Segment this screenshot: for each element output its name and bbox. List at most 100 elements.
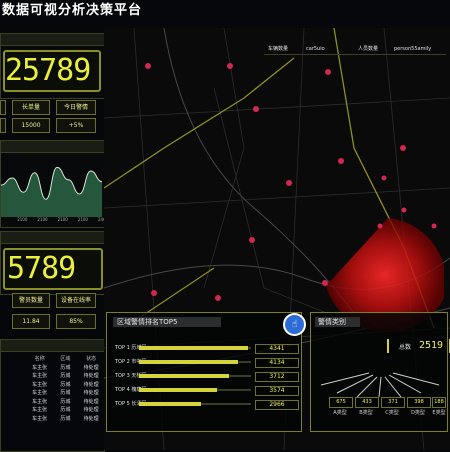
table-cell: 历城 <box>60 373 71 379</box>
table-cell: 车主张 <box>32 398 48 405</box>
table-cell: 车主张 <box>32 407 48 413</box>
table-cell: 历城 <box>60 398 71 405</box>
alert-title: 警情类别 <box>315 317 360 327</box>
stat-label-2: 长单量 <box>12 100 50 115</box>
table-row[interactable]: 车主张 历城 待处理 <box>1 406 104 415</box>
table-cell: 历城 <box>60 390 71 396</box>
col-header <box>1 355 27 364</box>
stat-label-3: 今日警情 <box>56 100 96 115</box>
stat-value-5: 85% <box>56 314 96 329</box>
table-cell: 待处理 <box>83 381 99 388</box>
alert-value-2: 433 <box>355 397 379 408</box>
table-cell: 待处理 <box>83 364 99 371</box>
alert-value-1: 675 <box>329 397 353 408</box>
alert-total: 2519 <box>419 340 444 351</box>
stat-label-5: 设备在线率 <box>56 293 96 308</box>
ranking-bar <box>139 388 218 392</box>
info-label-1: 车辆数量 <box>268 46 289 52</box>
secondary-total: 5789 <box>3 248 103 290</box>
stat-value-1 <box>0 118 6 133</box>
stat-value-4: 11.84 <box>12 314 50 329</box>
table-cell <box>1 364 27 373</box>
table-cell: 待处理 <box>83 390 99 396</box>
table-cell: 历城 <box>60 381 71 388</box>
ranking-panel: 区域警情排名TOP5 TOP 1 历城区 4341 TOP 2 市中区 4134 TOP… <box>106 312 302 432</box>
trend-panel-header <box>1 141 104 153</box>
col-header: 名称 <box>34 356 45 362</box>
table-cell: 待处理 <box>83 373 99 379</box>
stat-value-3: +5% <box>56 118 96 133</box>
alert-total-label: 总数 <box>399 344 412 351</box>
col-header: 状态 <box>86 356 97 362</box>
total-panel-header <box>1 34 104 46</box>
table-cell: 待处理 <box>83 407 99 413</box>
table-cell: 历城 <box>60 364 71 371</box>
x-tick: 2100 <box>57 217 68 222</box>
table-row[interactable]: 车主张 历城 待处理 <box>1 389 104 398</box>
alert-value-4: 398 <box>407 397 431 408</box>
table-cell <box>1 389 27 398</box>
x-tick: 2100 <box>77 217 88 222</box>
stat-value-2: 15000 <box>12 118 50 133</box>
ranking-item: TOP 3 天桥区 3712 <box>115 371 301 382</box>
ranking-bar <box>139 346 248 350</box>
ranking-bar <box>139 402 201 406</box>
secondary-panel-header <box>1 232 104 244</box>
table-cell: 车主张 <box>32 373 48 379</box>
table-cell <box>1 372 27 381</box>
ranking-value: 3712 <box>255 372 299 382</box>
table-header-bar <box>1 340 104 352</box>
incident-table: 名称 区域 状态 车主张 历城 待处理 车主张 历城 待处理 车主张 历城 待处理 车主张 历城 待处… <box>0 339 105 452</box>
area-chart <box>1 166 102 217</box>
area-fill <box>1 167 102 217</box>
alert-label-1: A类型 <box>333 410 347 416</box>
table-cell: 车主张 <box>32 390 48 396</box>
info-value-1: car5uio <box>306 46 325 52</box>
ranking-bar <box>139 360 238 364</box>
ranking-bar <box>139 374 229 378</box>
table-body: 车主张 历城 待处理 车主张 历城 待处理 车主张 历城 待处理 车主张 历城 待处理 车主张 历城 待处理… <box>1 364 104 424</box>
stat-label-4: 警员数量 <box>12 293 50 308</box>
table-cell <box>1 381 27 390</box>
table-row[interactable]: 车主张 历城 待处理 <box>1 415 104 424</box>
alert-fan-graphic <box>320 372 440 397</box>
x-tick: 2100 <box>17 217 28 222</box>
table-row[interactable]: 车主张 历城 待处理 <box>1 381 104 390</box>
table-cell: 历城 <box>60 407 71 413</box>
trend-panel: 021002100210021002400 <box>0 140 108 228</box>
table-row[interactable]: 车主张 历城 待处理 <box>1 364 104 373</box>
alert-value-5: 188 <box>432 397 446 408</box>
table-cell: 车主张 <box>32 364 48 371</box>
table-cell <box>1 398 27 407</box>
ranking-value: 4134 <box>255 358 299 368</box>
table-row[interactable]: 车主张 历城 待处理 <box>1 398 104 407</box>
alert-total-frame: 总数 2519 <box>387 339 450 353</box>
ranking-title: 区域警情排名TOP5 <box>113 317 221 327</box>
info-label-2: 人员数量 <box>358 46 379 52</box>
ranking-item: TOP 1 历城区 4341 <box>115 343 301 354</box>
alert-label-5: E类型 <box>432 410 446 416</box>
ranking-value: 3574 <box>255 386 299 396</box>
ranking-value: 4341 <box>255 344 299 354</box>
secondary-total-panel: 5789 <box>0 231 105 295</box>
ranking-item: TOP 4 槐荫区 3574 <box>115 385 301 396</box>
alert-label-4: D类型 <box>411 410 425 416</box>
table-cell: 历城 <box>60 415 71 422</box>
map-info-bar: 车辆数量 car5uio 人员数量 person55amily <box>264 44 446 55</box>
table-cell: 待处理 <box>83 398 99 405</box>
page-title: 数据可视分析决策平台 <box>2 3 143 18</box>
table-cell: 待处理 <box>83 415 99 422</box>
table-header-row: 名称 区域 状态 <box>1 355 104 364</box>
table-cell: 车主张 <box>32 415 48 422</box>
ranking-item: TOP 5 长清区 2966 <box>115 399 301 410</box>
table-cell: 车主张 <box>32 381 48 388</box>
alert-value-3: 371 <box>381 397 405 408</box>
info-value-2: person55amily <box>394 46 432 52</box>
pointer-hand-icon[interactable]: ☝ <box>283 313 306 336</box>
col-header: 区域 <box>60 356 71 362</box>
table-row[interactable]: 车主张 历城 待处理 <box>1 372 104 381</box>
total-count: 25789 <box>3 50 101 92</box>
total-panel: 25789 <box>0 33 105 99</box>
ranking-item: TOP 2 市中区 4134 <box>115 357 301 368</box>
area-x-axis: 021002100210021002400 <box>1 217 108 225</box>
